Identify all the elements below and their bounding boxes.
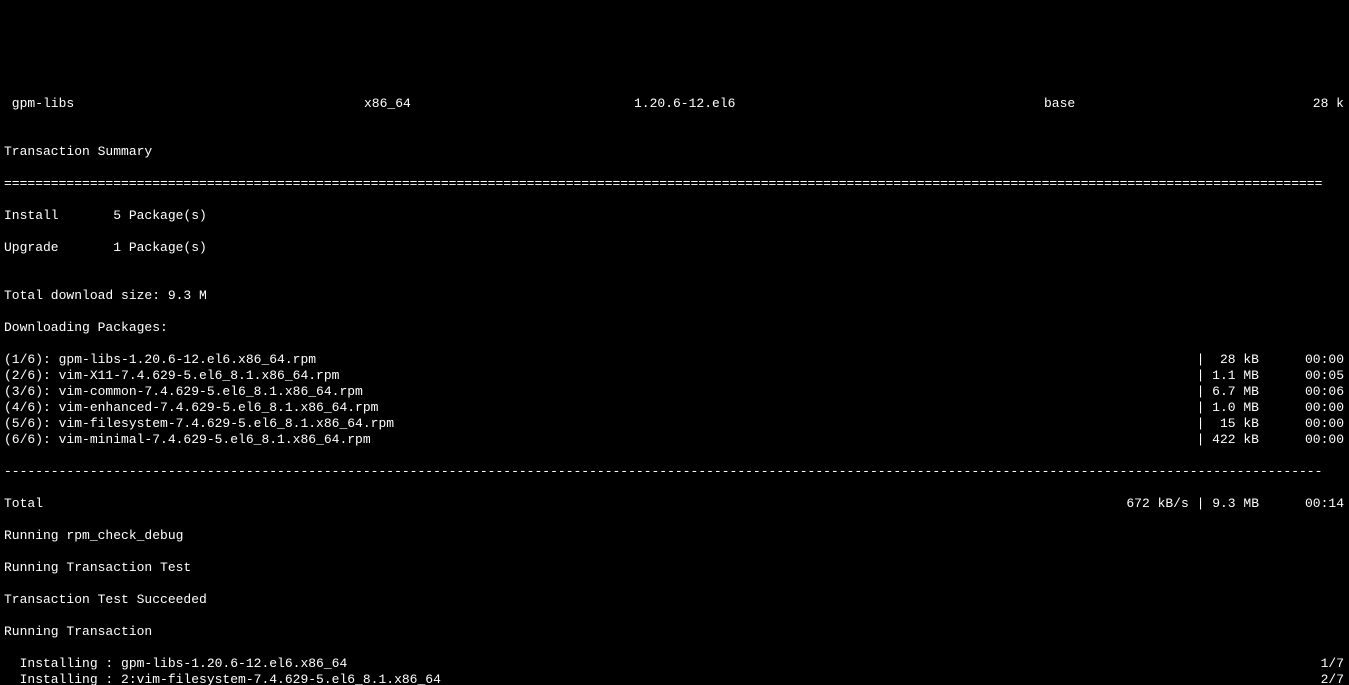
run-trans-line: Running Transaction [4,624,1345,640]
install-count: Install 5 Package(s) [4,208,1345,224]
download-time: 00:00 [1259,352,1344,368]
download-name: (5/6): vim-filesystem-7.4.629-5.el6_8.1.… [4,416,1179,432]
download-name: (2/6): vim-X11-7.4.629-5.el6_8.1.x86_64.… [4,368,1179,384]
download-name: (4/6): vim-enhanced-7.4.629-5.el6_8.1.x8… [4,400,1179,416]
download-row: (1/6): gpm-libs-1.20.6-12.el6.x86_64.rpm… [4,352,1345,368]
transaction-step: Installing : gpm-libs-1.20.6-12.el6.x86_… [4,656,1345,672]
download-size: | 1.0 MB [1179,400,1259,416]
download-time: 00:00 [1259,416,1344,432]
total-time: 00:14 [1259,496,1344,512]
test-ok-line: Transaction Test Succeeded [4,592,1345,608]
pkg-name: gpm-libs [4,96,364,112]
terminal-output[interactable]: gpm-libsx86_641.20.6-12.el6base28 k Tran… [0,80,1349,685]
download-name: (6/6): vim-minimal-7.4.629-5.el6_8.1.x86… [4,432,1179,448]
pkg-size: 28 k [1304,96,1344,112]
total-label: Total [4,496,1089,512]
hr-line: ========================================… [4,176,1345,192]
download-row: (6/6): vim-minimal-7.4.629-5.el6_8.1.x86… [4,432,1345,448]
step-progress: 2/7 [1304,672,1344,685]
run-test-line: Running Transaction Test [4,560,1345,576]
hr-dash-line: ----------------------------------------… [4,464,1345,480]
transaction-summary-label: Transaction Summary [4,144,1345,160]
total-download-size: Total download size: 9.3 M [4,288,1345,304]
download-time: 00:05 [1259,368,1344,384]
download-name: (1/6): gpm-libs-1.20.6-12.el6.x86_64.rpm [4,352,1179,368]
rpm-check-line: Running rpm_check_debug [4,528,1345,544]
download-row: (3/6): vim-common-7.4.629-5.el6_8.1.x86_… [4,384,1345,400]
download-time: 00:06 [1259,384,1344,400]
download-size: | 28 kB [1179,352,1259,368]
download-row: (5/6): vim-filesystem-7.4.629-5.el6_8.1.… [4,416,1345,432]
total-line: Total672 kB/s | 9.3 MB00:14 [4,496,1345,512]
downloading-label: Downloading Packages: [4,320,1345,336]
pkg-row: gpm-libsx86_641.20.6-12.el6base28 k [4,96,1345,112]
download-size: | 6.7 MB [1179,384,1259,400]
download-size: | 15 kB [1179,416,1259,432]
transaction-step: Installing : 2:vim-filesystem-7.4.629-5.… [4,672,1345,685]
step-progress: 1/7 [1304,656,1344,672]
download-row: (4/6): vim-enhanced-7.4.629-5.el6_8.1.x8… [4,400,1345,416]
download-time: 00:00 [1259,432,1344,448]
download-time: 00:00 [1259,400,1344,416]
download-row: (2/6): vim-X11-7.4.629-5.el6_8.1.x86_64.… [4,368,1345,384]
total-speed: 672 kB/s | 9.3 MB [1089,496,1259,512]
download-name: (3/6): vim-common-7.4.629-5.el6_8.1.x86_… [4,384,1179,400]
pkg-version: 1.20.6-12.el6 [634,96,1044,112]
download-size: | 1.1 MB [1179,368,1259,384]
upgrade-count: Upgrade 1 Package(s) [4,240,1345,256]
pkg-repo: base [1044,96,1304,112]
step-text: Installing : gpm-libs-1.20.6-12.el6.x86_… [4,656,1304,672]
step-text: Installing : 2:vim-filesystem-7.4.629-5.… [4,672,1304,685]
download-size: | 422 kB [1179,432,1259,448]
pkg-arch: x86_64 [364,96,634,112]
